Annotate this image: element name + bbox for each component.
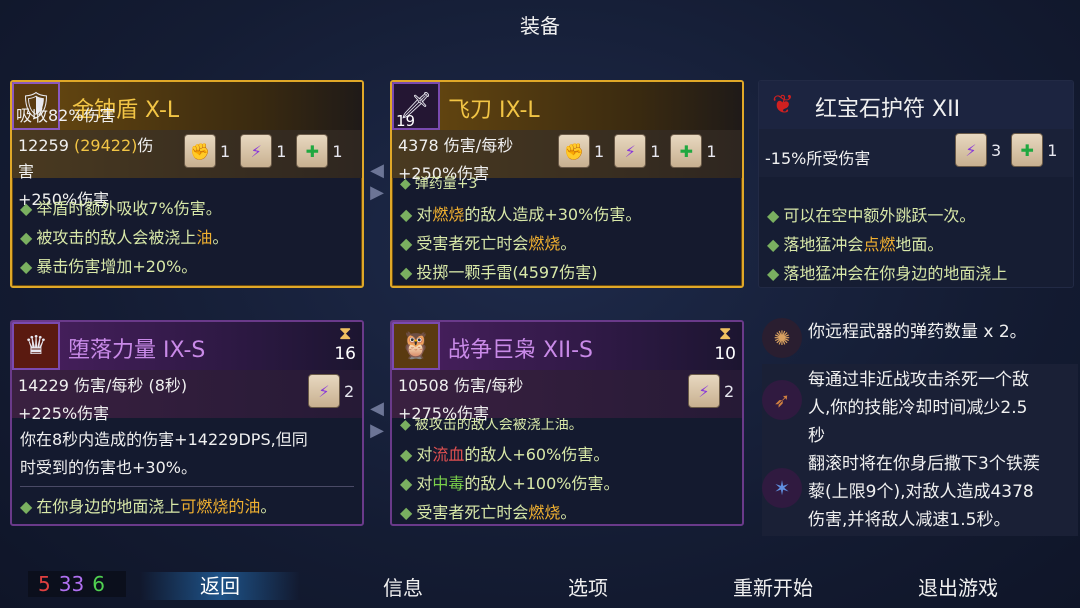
scroll-green-item: ✚ 1 — [1011, 133, 1057, 167]
mutation-text: 你远程武器的弹药数量 x 2。 — [808, 322, 1027, 342]
skill-card-war-owl[interactable]: 🦉 战争巨枭 XII-S ⧗ 10 10508 伤害/每秒 +275%伤害 ⚡ 2 … — [390, 320, 744, 526]
brutality-count: 5 — [38, 572, 51, 596]
card-title: 堕落力量 IX-S — [68, 338, 206, 363]
scroll-purple-item: ⚡ 2 — [688, 374, 734, 408]
scroll-green-item: ✚ 1 — [670, 134, 717, 168]
scroll-green-icon: ✚ — [670, 134, 703, 168]
stat-dps: 10508 伤害/每秒 — [398, 376, 524, 395]
affix-list: ◆ 在你身边的地面浇上可燃烧的油。 — [20, 492, 354, 521]
mutation-ranged-kill[interactable]: ➶ 每通过非近战攻击杀死一个敌 人,你的技能冷却时间减少2.5 秒 — [762, 364, 1078, 452]
war-owl-icon: 🦉 — [392, 322, 440, 370]
equipment-card-knife[interactable]: 🗡 19 飞刀 IX-L 4378 伤害/每秒 +250%伤害 ✊ 1 ⚡ 1 ✚ 1 … — [390, 80, 744, 288]
scroll-list: ⚡ 2 — [688, 374, 734, 408]
scroll-purple-icon: ⚡ — [240, 134, 273, 168]
card-title: 飞刀 IX-L — [448, 98, 540, 123]
affix-item: ◆ 可以在空中额外跳跃一次。 — [767, 206, 976, 225]
affix-item-partial: ◆ 弹药量+3 — [400, 176, 478, 192]
scroll-green-item: ✚ 1 — [296, 134, 343, 168]
affix-item: ◆ 在你身边的地面浇上可燃烧的油。 — [20, 497, 277, 516]
options-button[interactable]: 选项 — [528, 572, 648, 601]
scroll-purple-item: ⚡ 1 — [614, 134, 660, 168]
stat-wrap: 害 — [18, 162, 35, 181]
affix-item: ◆ 被攻击的敌人会被浇上油。 — [20, 228, 229, 247]
swap-arrows-icon[interactable]: ◀ ▶ — [364, 160, 390, 204]
mutation-ammo[interactable]: ✺ 你远程武器的弹药数量 x 2。 — [762, 318, 1027, 358]
restart-button[interactable]: 重新开始 — [703, 572, 843, 601]
scroll-red-item: ✊ 1 — [184, 134, 230, 168]
scroll-green-icon: ✚ — [296, 134, 329, 168]
stat-bonus: +225%伤害 — [18, 404, 110, 423]
back-button[interactable]: 返回 — [140, 572, 300, 600]
scroll-red-icon: ✊ — [558, 134, 590, 168]
scroll-purple-item: ⚡ 1 — [240, 134, 286, 168]
equipment-card-amulet[interactable]: ❦ 红宝石护符 XII -15%所受伤害 ⚡ 3 ✚ 1 ◆ 可以在空中额外跳跃一次。… — [758, 80, 1074, 288]
scroll-purple-icon: ⚡ — [614, 134, 647, 168]
skill-card-fallen-power[interactable]: ♛ 堕落力量 IX-S ⧗ 16 14229 伤害/每秒 (8秒) +225%伤害… — [10, 320, 364, 526]
scroll-green-icon: ✚ — [1011, 133, 1044, 167]
affix-item: ◆ 受害者死亡时会燃烧。 — [400, 503, 577, 522]
scroll-list: ✊ 1 ⚡ 1 ✚ 1 — [184, 134, 343, 168]
scroll-purple-icon: ⚡ — [688, 374, 720, 408]
scroll-list: ⚡ 2 — [308, 374, 354, 408]
scroll-list: ⚡ 3 ✚ 1 — [955, 133, 1057, 167]
fallen-power-icon: ♛ — [12, 322, 60, 370]
scroll-purple-icon: ⚡ — [308, 374, 340, 408]
affix-list: ◆ 对燃烧的敌人造成+30%伤害。 ◆ 受害者死亡时会燃烧。 ◆ 投掷一颗手雷(459… — [400, 200, 734, 286]
divider — [20, 486, 354, 487]
throwing-knife-icon: 🗡 19 — [392, 82, 440, 130]
ranged-kill-icon: ➶ — [762, 380, 802, 420]
hourglass-icon: ⧗ — [718, 323, 732, 344]
scroll-purple-item: ⚡ 2 — [308, 374, 354, 408]
scroll-list: ✊ 1 ⚡ 1 ✚ 1 — [558, 134, 717, 168]
quit-button[interactable]: 退出游戏 — [888, 572, 1028, 601]
equipment-card-shield[interactable]: 🛡 金钟盾 X-L 吸收82%伤害 12259 (29422)伤 害 +250%… — [10, 80, 364, 288]
affix-list: ◆ 举盾时额外吸收7%伤害。 ◆ 被攻击的敌人会被浇上油。 ◆ 暴击伤害增加+20%。 — [20, 194, 354, 281]
stat-dps: 4378 伤害/每秒 — [398, 136, 514, 155]
affix-item: ◆ 落地猛冲会在你身边的地面浇上 — [767, 264, 1008, 283]
scroll-red-item: ✊ 1 — [558, 134, 604, 168]
info-button[interactable]: 信息 — [343, 572, 463, 601]
stat-armor: -15%所受伤害 — [765, 149, 871, 168]
icon-count: 19 — [396, 112, 416, 130]
card-header — [392, 82, 742, 130]
tactics-count: 33 — [58, 572, 85, 596]
mutation-text: 翻滚时将在你身后撒下3个铁蒺 藜(上限9个),对敌人造成4378 伤害,并将敌人减速… — [808, 454, 1040, 530]
hourglass-icon: ⧗ — [338, 323, 352, 344]
affix-item: ◆ 对中毒的敌人+100%伤害。 — [400, 474, 620, 493]
scroll-counts: 5 33 6 — [28, 571, 126, 597]
affix-item: ◆ 受害者死亡时会燃烧。 — [400, 234, 577, 253]
affix-item: ◆ 举盾时额外吸收7%伤害。 — [20, 199, 222, 218]
affix-list: ◆ 对流血的敌人+60%伤害。 ◆ 对中毒的敌人+100%伤害。 ◆ 受害者死亡时会燃… — [400, 440, 734, 524]
cooldown-timer: ⧗ 10 — [714, 323, 736, 365]
mutation-caltrops[interactable]: ✶ 翻滚时将在你身后撒下3个铁蒺 藜(上限9个),对敌人造成4378 伤害,并将敌人… — [762, 448, 1078, 536]
affix-item-partial: ◆ 被攻击的敌人会被浇上油。 — [400, 418, 583, 432]
affix-item: ◆ 对燃烧的敌人造成+30%伤害。 — [400, 205, 642, 224]
affix-item: ◆ 落地猛冲会点燃地面。 — [767, 235, 944, 254]
affix-list: ◆ 可以在空中额外跳跃一次。 ◆ 落地猛冲会点燃地面。 ◆ 落地猛冲会在你身边的地面浇… — [767, 201, 1065, 287]
overlay-text: 吸收82%伤害 — [16, 106, 116, 125]
affix-item: ◆ 对流血的敌人+60%伤害。 — [400, 445, 610, 464]
stat-dps: 14229 伤害/每秒 (8秒) — [18, 376, 188, 395]
survival-count: 6 — [92, 572, 105, 596]
cooldown-timer: ⧗ 16 — [334, 323, 356, 365]
stat-damage: 12259 (29422)伤 — [18, 136, 154, 155]
card-title: 战争巨枭 XII-S — [448, 338, 593, 363]
ammo-icon: ✺ — [762, 318, 802, 358]
affix-item: ◆ 暴击伤害增加+20%。 — [20, 257, 198, 276]
caltrops-icon: ✶ — [762, 468, 802, 508]
swap-arrows-icon[interactable]: ◀ ▶ — [364, 398, 390, 442]
card-title: 红宝石护符 XII — [815, 97, 961, 122]
skill-description: 你在8秒内造成的伤害+14229DPS,但同 时受到的伤害也+30%。 — [20, 430, 308, 477]
scroll-purple-icon: ⚡ — [955, 133, 987, 167]
ruby-amulet-icon: ❦ — [772, 90, 794, 120]
scroll-purple-item: ⚡ 3 — [955, 133, 1001, 167]
scroll-red-icon: ✊ — [184, 134, 216, 168]
mutation-text: 每通过非近战攻击杀死一个敌 人,你的技能冷却时间减少2.5 秒 — [808, 370, 1029, 446]
affix-item: ◆ 投掷一颗手雷(4597伤害) — [400, 263, 598, 282]
screen-title: 装备 — [520, 14, 560, 38]
